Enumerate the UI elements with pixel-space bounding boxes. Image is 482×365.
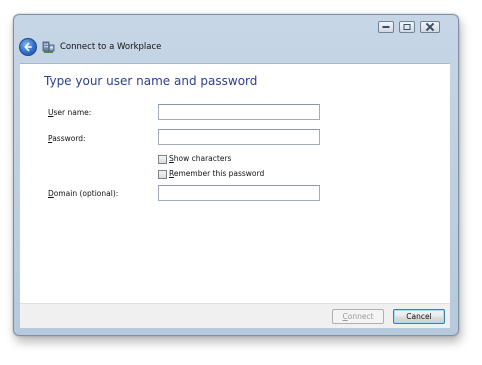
show-characters-checkbox[interactable] bbox=[158, 155, 167, 164]
back-button[interactable] bbox=[19, 38, 37, 56]
username-label-text: ser name: bbox=[53, 108, 92, 117]
domain-label: Domain (optional): bbox=[48, 189, 118, 198]
maximize-icon bbox=[403, 24, 411, 30]
page-heading: Type your user name and password bbox=[44, 74, 258, 88]
window-title: Connect to a Workplace bbox=[60, 42, 162, 52]
navigation-bar: Connect to a Workplace bbox=[14, 37, 458, 59]
content-area: Type your user name and password User na… bbox=[20, 63, 450, 304]
domain-label-text: omain (optional): bbox=[53, 189, 119, 198]
dialog-window: Connect to a Workplace Type your user na… bbox=[13, 14, 459, 336]
remember-password-label[interactable]: Remember this password bbox=[169, 169, 264, 178]
maximize-button[interactable] bbox=[399, 21, 415, 33]
password-label-text: assword: bbox=[52, 134, 86, 143]
username-input[interactable] bbox=[158, 104, 320, 120]
remember-password-text: emember this password bbox=[173, 169, 265, 178]
connect-button[interactable]: Connect bbox=[332, 309, 384, 324]
close-icon bbox=[425, 23, 435, 31]
minimize-icon bbox=[382, 26, 390, 28]
minimize-button[interactable] bbox=[378, 21, 394, 33]
remember-password-checkbox[interactable] bbox=[158, 170, 167, 179]
close-button[interactable] bbox=[420, 21, 440, 33]
show-characters-label[interactable]: Show characters bbox=[169, 154, 231, 163]
password-input[interactable] bbox=[158, 129, 320, 145]
footer-bar: Connect Cancel bbox=[20, 303, 450, 328]
password-label: Password: bbox=[48, 134, 86, 143]
username-label: User name: bbox=[48, 108, 91, 117]
cancel-button[interactable]: Cancel bbox=[393, 309, 445, 324]
connect-label: onnect bbox=[347, 312, 374, 321]
back-arrow-icon bbox=[24, 42, 32, 52]
domain-input[interactable] bbox=[158, 185, 320, 201]
show-characters-text: how characters bbox=[173, 154, 232, 163]
page: Connect to a Workplace Type your user na… bbox=[0, 0, 482, 365]
network-workplace-icon bbox=[42, 41, 55, 53]
